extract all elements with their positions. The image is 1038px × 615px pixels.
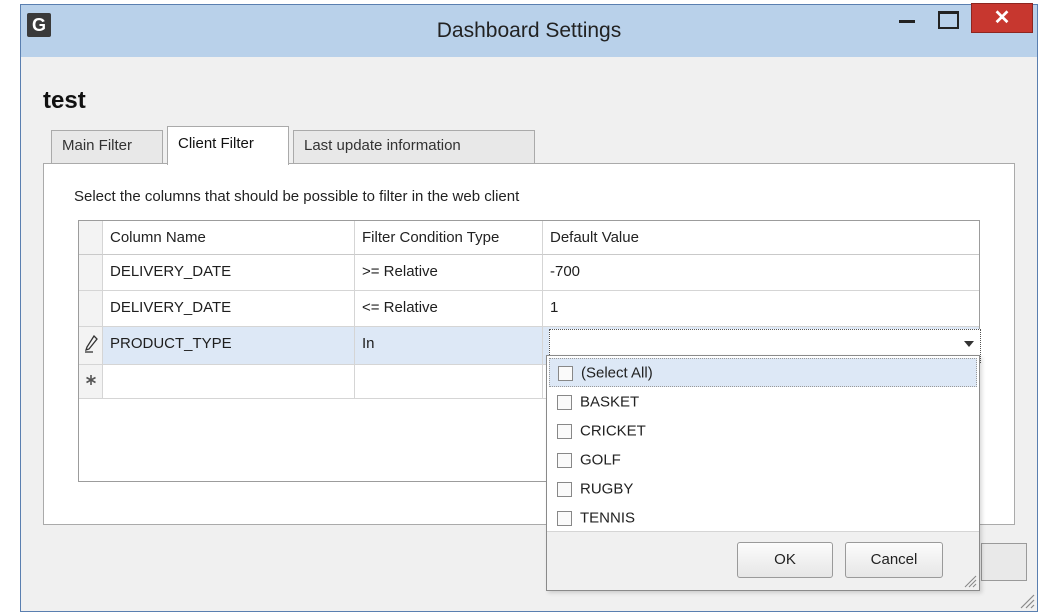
cell-column-name[interactable]: PRODUCT_TYPE xyxy=(103,327,355,365)
checkbox[interactable] xyxy=(558,365,573,381)
default-value-checklist-popup: (Select All) BASKET CRICKET GOLF RUGBY T… xyxy=(546,355,980,591)
cell-filter-condition[interactable]: <= Relative xyxy=(355,291,543,327)
column-header-filter-condition-type[interactable]: Filter Condition Type xyxy=(355,221,543,255)
cell-column-name[interactable]: DELIVERY_DATE xyxy=(103,255,355,291)
ok-button[interactable]: OK xyxy=(737,542,833,578)
row-indicator[interactable] xyxy=(79,327,103,365)
pencil-icon xyxy=(84,334,98,353)
checkbox[interactable] xyxy=(557,423,572,439)
cell-column-name[interactable]: DELIVERY_DATE xyxy=(103,291,355,327)
row-indicator[interactable] xyxy=(79,365,103,399)
tab-last-update-information[interactable]: Last update information xyxy=(293,130,535,164)
asterisk-icon xyxy=(85,375,96,385)
list-item[interactable]: GOLF xyxy=(549,445,977,474)
cell-default-value[interactable]: 1 xyxy=(543,291,979,327)
close-button[interactable]: ✕ xyxy=(971,3,1033,33)
row-indicator-header xyxy=(79,221,103,255)
column-header-default-value[interactable]: Default Value xyxy=(543,221,979,255)
list-item-select-all[interactable]: (Select All) xyxy=(549,358,977,387)
list-item[interactable]: TENNIS xyxy=(549,503,977,532)
list-item[interactable]: BASKET xyxy=(549,387,977,416)
list-item[interactable]: RUGBY xyxy=(549,474,977,503)
cell-filter-condition[interactable]: In xyxy=(355,327,543,365)
checkbox[interactable] xyxy=(557,510,572,526)
popup-footer: OK Cancel xyxy=(547,531,979,590)
list-item[interactable]: CRICKET xyxy=(549,416,977,445)
dialog-button-obscured[interactable] xyxy=(981,543,1027,581)
chevron-down-icon[interactable] xyxy=(964,341,974,347)
checkbox[interactable] xyxy=(557,481,572,497)
cell-column-name[interactable] xyxy=(103,365,355,399)
cancel-button[interactable]: Cancel xyxy=(845,542,943,578)
title-bar[interactable]: G Dashboard Settings ✕ xyxy=(21,3,1037,57)
row-indicator[interactable] xyxy=(79,291,103,327)
checkbox[interactable] xyxy=(557,452,572,468)
resize-grip-icon[interactable] xyxy=(1017,591,1035,609)
minimize-button[interactable] xyxy=(891,3,925,33)
tab-main-filter[interactable]: Main Filter xyxy=(51,130,163,164)
client-filter-description: Select the columns that should be possib… xyxy=(74,188,520,205)
column-header-column-name[interactable]: Column Name xyxy=(103,221,355,255)
window-title: Dashboard Settings xyxy=(436,19,622,42)
cell-default-value[interactable]: -700 xyxy=(543,255,979,291)
cell-filter-condition[interactable]: >= Relative xyxy=(355,255,543,291)
row-indicator[interactable] xyxy=(79,255,103,291)
cell-filter-condition[interactable] xyxy=(355,365,543,399)
maximize-button[interactable] xyxy=(931,3,965,33)
tab-client-filter[interactable]: Client Filter xyxy=(167,126,289,165)
resize-grip-icon[interactable] xyxy=(961,572,977,588)
checkbox[interactable] xyxy=(557,394,572,410)
dashboard-name-heading: test xyxy=(43,87,86,114)
